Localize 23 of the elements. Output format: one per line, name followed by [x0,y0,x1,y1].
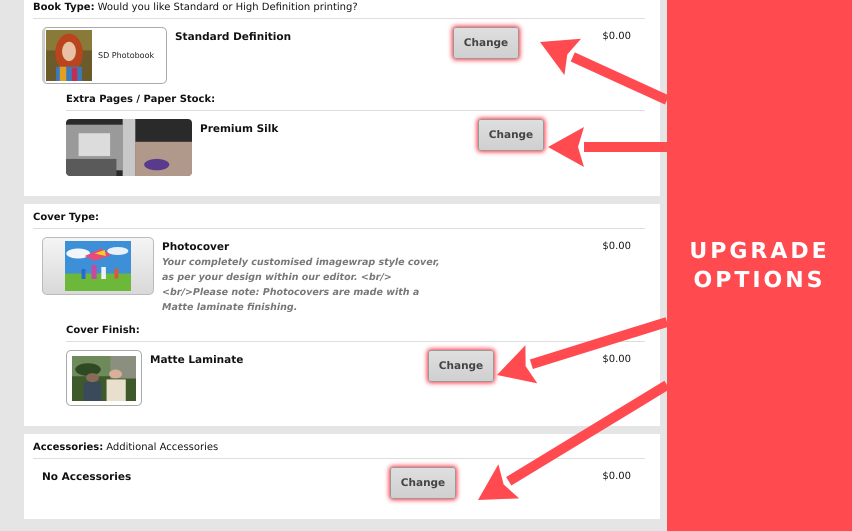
change-button[interactable]: Change [390,467,456,499]
price: $0.00 [602,471,631,482]
section-note: Additional Accessories [106,442,218,453]
section-label: Accessories: [33,442,104,453]
option-title: Photocover [162,241,230,253]
section-note: Would you like Standard or High Definition printing? [98,2,358,13]
callout-text: UPGRADE OPTIONS [688,238,831,294]
thumbnail-caption: SD Photobook [98,51,154,60]
change-button[interactable]: Change [478,119,544,151]
option-title: Matte Laminate [150,354,244,366]
change-button[interactable]: Change [453,27,519,59]
price: $0.00 [602,31,631,42]
option-title: No Accessories [42,471,132,483]
section-label: Book Type: [33,2,95,13]
option-description: Your completely customised imagewrap style cover, as per your design within our editor. <br/> <br/>Please note: Photocovers are made with a Matte laminate finishing. [162,256,440,315]
price: $0.00 [602,354,631,365]
section-label: Cover Type: [33,212,100,223]
section-label: Extra Pages / Paper Stock: [66,94,216,105]
section-label: Cover Finish: [66,325,140,336]
change-button[interactable]: Change [428,350,494,382]
price: $0.00 [602,241,631,252]
option-title: Premium Silk [200,123,280,135]
option-title: Standard Definition [175,31,292,43]
